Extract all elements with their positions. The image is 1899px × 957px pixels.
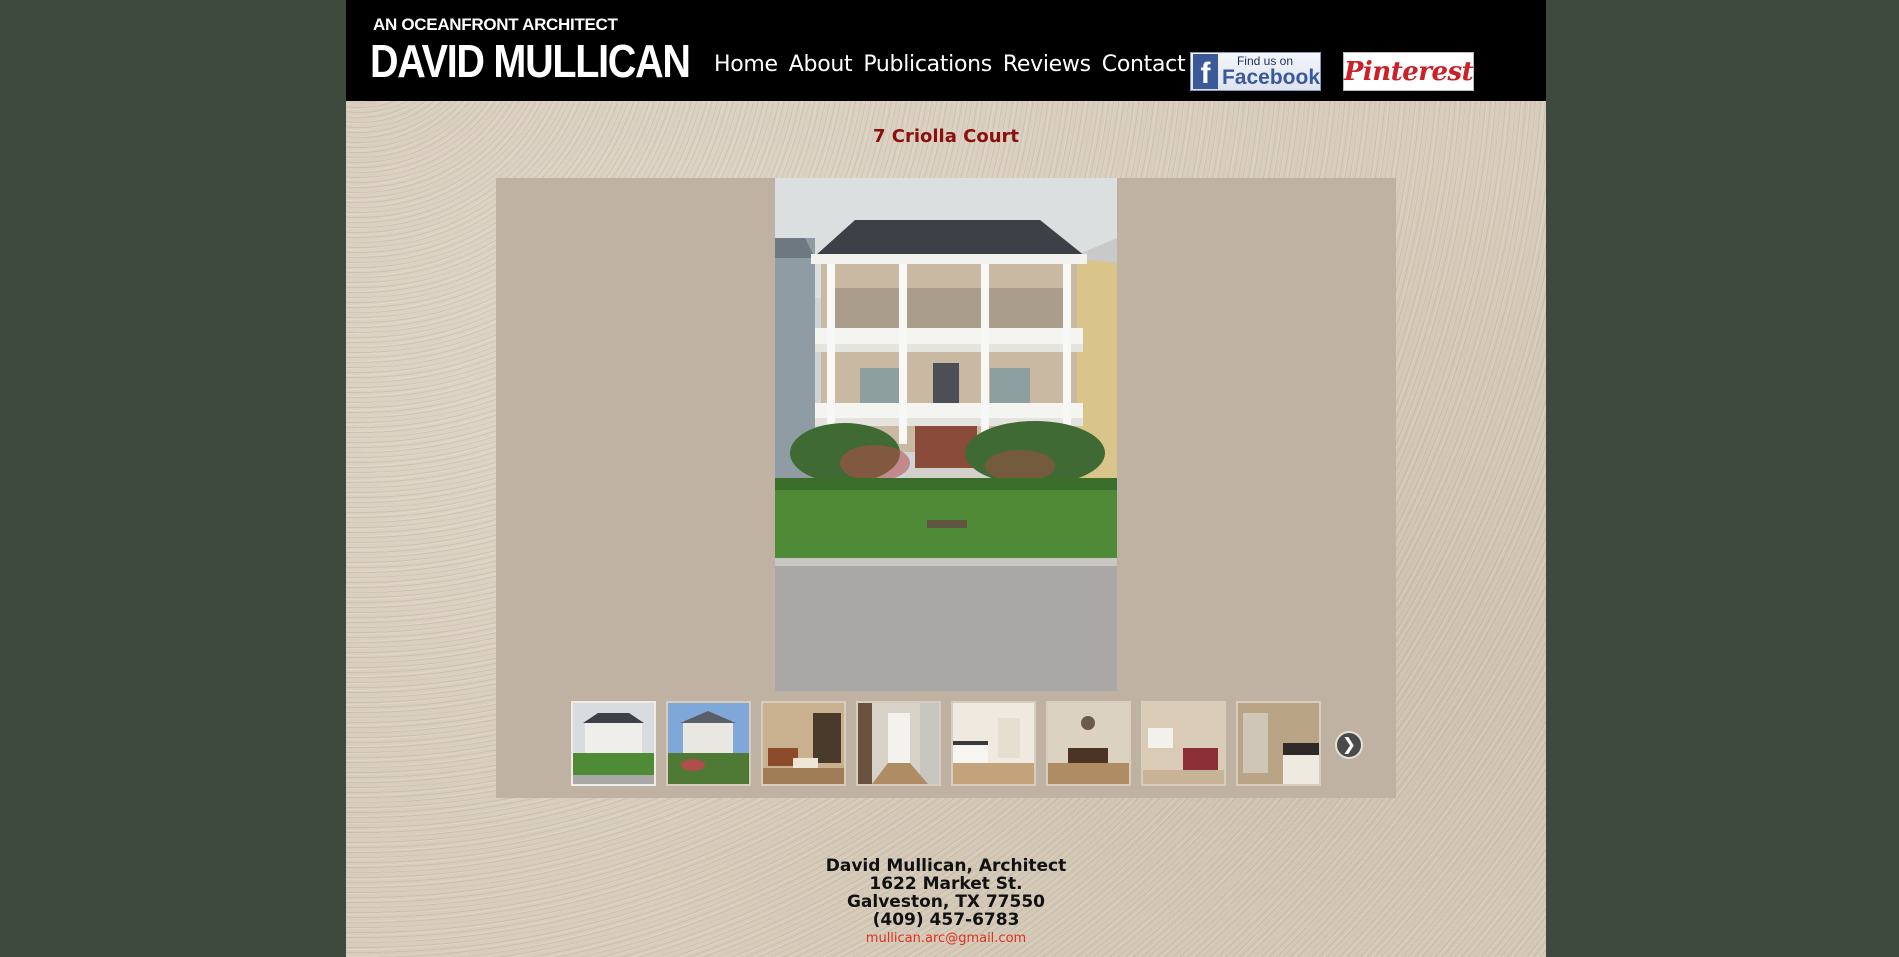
hallway-thumb — [858, 703, 939, 784]
bedroom-thumb — [1143, 703, 1224, 784]
footer-phone: (409) 457-6783 — [872, 910, 1020, 930]
nav-reviews[interactable]: Reviews — [1003, 52, 1091, 77]
nav-home[interactable]: Home — [714, 52, 778, 77]
site-footer: David Mullican, Architect 1622 Market St… — [346, 857, 1546, 946]
footer-name: David Mullican, Architect — [825, 856, 1067, 876]
facebook-button[interactable]: f Find us on Facebook — [1190, 52, 1321, 91]
footer-street: 1622 Market St. — [869, 874, 1023, 894]
nav-about[interactable]: About — [789, 52, 853, 77]
kitchen-thumb — [953, 703, 1034, 784]
living-room-thumb — [763, 703, 844, 784]
thumbnail[interactable] — [1141, 701, 1226, 786]
footer-email-link[interactable]: mullican.arc@gmail.com — [346, 931, 1546, 946]
chevron-right-icon[interactable]: ❯ — [1335, 731, 1363, 759]
thumbnail[interactable] — [1236, 701, 1321, 786]
nav-contact[interactable]: Contact — [1102, 52, 1186, 77]
thumbnail[interactable] — [951, 701, 1036, 786]
project-title: 7 Criolla Court — [872, 126, 1020, 147]
thumbnail[interactable] — [571, 701, 656, 786]
page-container: AN OCEANFRONT ARCHITECT DAVID MULLICAN H… — [346, 0, 1546, 957]
photo-gallery: ❯ — [496, 178, 1396, 798]
pinterest-button[interactable]: Pinterest — [1343, 52, 1474, 91]
site-header: AN OCEANFRONT ARCHITECT DAVID MULLICAN H… — [346, 0, 1546, 101]
thumbnail[interactable] — [666, 701, 751, 786]
house-front-thumb — [573, 703, 654, 784]
site-tagline: AN OCEANFRONT ARCHITECT — [373, 15, 618, 34]
house-rear-thumb — [668, 703, 749, 784]
main-photo[interactable] — [775, 178, 1117, 691]
dining-room-thumb — [1048, 703, 1129, 784]
facebook-text: Find us on Facebook — [1222, 55, 1320, 88]
thumbnail[interactable] — [761, 701, 846, 786]
thumbnail[interactable] — [1046, 701, 1131, 786]
site-logo-text[interactable]: DAVID MULLICAN — [370, 34, 691, 88]
thumbnail-strip — [571, 701, 1321, 786]
house-front-photo — [775, 178, 1117, 691]
facebook-big-label: Facebook — [1221, 66, 1320, 89]
pinterest-label: Pinterest — [1343, 56, 1474, 87]
main-nav: Home About Publications Reviews Contact — [714, 52, 1186, 77]
thumbnail[interactable] — [856, 701, 941, 786]
facebook-icon: f — [1193, 54, 1218, 89]
nav-publications[interactable]: Publications — [863, 52, 992, 77]
footer-city: Galveston, TX 77550 — [846, 892, 1046, 912]
bathroom-thumb — [1238, 703, 1319, 784]
